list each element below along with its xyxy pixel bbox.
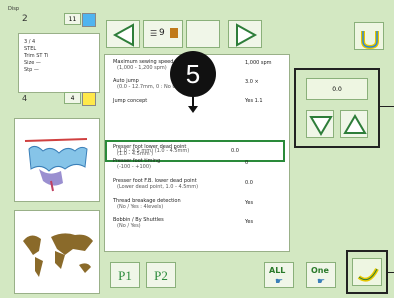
page-indicator: ☰ 9 (143, 20, 183, 48)
confirm-check-icon (357, 268, 379, 282)
return-button[interactable] (354, 22, 384, 50)
list-item-value: 1,000 spm (245, 60, 272, 66)
index-number: 11 (68, 16, 77, 23)
embroidery-preview-1[interactable] (14, 118, 100, 202)
list-item-value: Yes (245, 200, 254, 206)
list-item-label: Jump concept (113, 98, 148, 104)
tab-p1-label: P1 (118, 268, 132, 283)
list-item-sub: (No / Yes : 4levels) (117, 204, 164, 210)
blue-color-swatch[interactable] (82, 13, 96, 27)
tab-p1[interactable]: P1 (110, 262, 140, 288)
info-line-3: Trim ST Ti (24, 53, 49, 59)
list-item-sub: (1.0 - 4.5 mm) (1.0 - 4.5mm) (117, 148, 190, 154)
info-line-4: Size — (24, 60, 41, 66)
top-left-number: 2 (22, 14, 28, 24)
adjust-panel: 0.0 (294, 68, 380, 148)
prev-button[interactable] (106, 20, 140, 48)
hand-pointer-icon: ☛ (317, 277, 326, 287)
all-button[interactable]: ALL ☛ (264, 262, 294, 288)
list-item-value: 0 (245, 160, 249, 166)
info-line-1: 3 / 4 (24, 39, 36, 45)
adjust-value: 0.0 (332, 86, 342, 93)
prev-arrow-icon (112, 23, 134, 47)
adjust-pointer-line (380, 106, 394, 107)
increase-button[interactable] (340, 110, 368, 138)
page-color-swatch (170, 28, 178, 38)
confirm-pointer-line (388, 272, 394, 273)
page-icon: ☰ (150, 29, 158, 38)
yellow-color-swatch[interactable] (82, 92, 96, 106)
list-item-value: Yes (245, 219, 254, 225)
list-item-sub: (-100 - +100) (117, 164, 151, 170)
decrease-button[interactable] (306, 110, 334, 138)
callout-badge: 5 (170, 51, 216, 97)
screen: Disp 2 11 3 / 4 STEL Trim ST Ti Size — S… (0, 0, 394, 298)
callout-pointer-arrow-icon (188, 106, 198, 113)
one-button-label: One (311, 266, 329, 275)
embroidery-preview-1-icon (24, 138, 88, 192)
info-line-2: STEL (24, 46, 37, 52)
list-item-value: Yes 1.1 (245, 98, 263, 104)
confirm-button[interactable] (352, 258, 382, 286)
tab-p2-label: P2 (154, 268, 168, 283)
world-map-icon (23, 233, 93, 277)
embroidery-preview-2[interactable] (14, 210, 100, 294)
down-arrow-icon (309, 116, 333, 136)
adjust-value-display[interactable]: 0.0 (306, 78, 368, 100)
list-item-value: 3.0 × (245, 79, 259, 85)
page-number: 9 (159, 28, 165, 38)
return-icon (361, 31, 379, 50)
counter-box-number: 4 (70, 95, 75, 102)
selected-row-value: 0.0 (231, 148, 239, 154)
top-left-index-box[interactable]: 11 (64, 13, 81, 25)
info-panel: 3 / 4 STEL Trim ST Ti Size — Stp — (18, 33, 100, 93)
counter-number: 4 (22, 94, 28, 103)
blank-nav-box (186, 20, 220, 48)
info-line-5: Stp — (24, 67, 39, 73)
list-item-sub: (1,000 - 1,200 spm) (117, 65, 167, 71)
up-arrow-icon (343, 114, 367, 134)
next-button[interactable] (228, 20, 262, 48)
list-item-sub: (Lower dead point, 1.0 - 4.5mm) (117, 184, 199, 190)
one-button[interactable]: One ☛ (306, 262, 336, 288)
list-item-value: 0.0 (245, 180, 253, 186)
all-button-label: ALL (269, 266, 286, 275)
tab-p2[interactable]: P2 (146, 262, 176, 288)
header-text: Disp (8, 6, 20, 12)
counter-box[interactable]: 4 (64, 92, 81, 104)
hand-pointer-icon: ☛ (275, 277, 284, 287)
confirm-button-frame (346, 250, 388, 294)
list-item-sub: (No / Yes) (117, 223, 141, 229)
next-arrow-icon (236, 23, 258, 47)
